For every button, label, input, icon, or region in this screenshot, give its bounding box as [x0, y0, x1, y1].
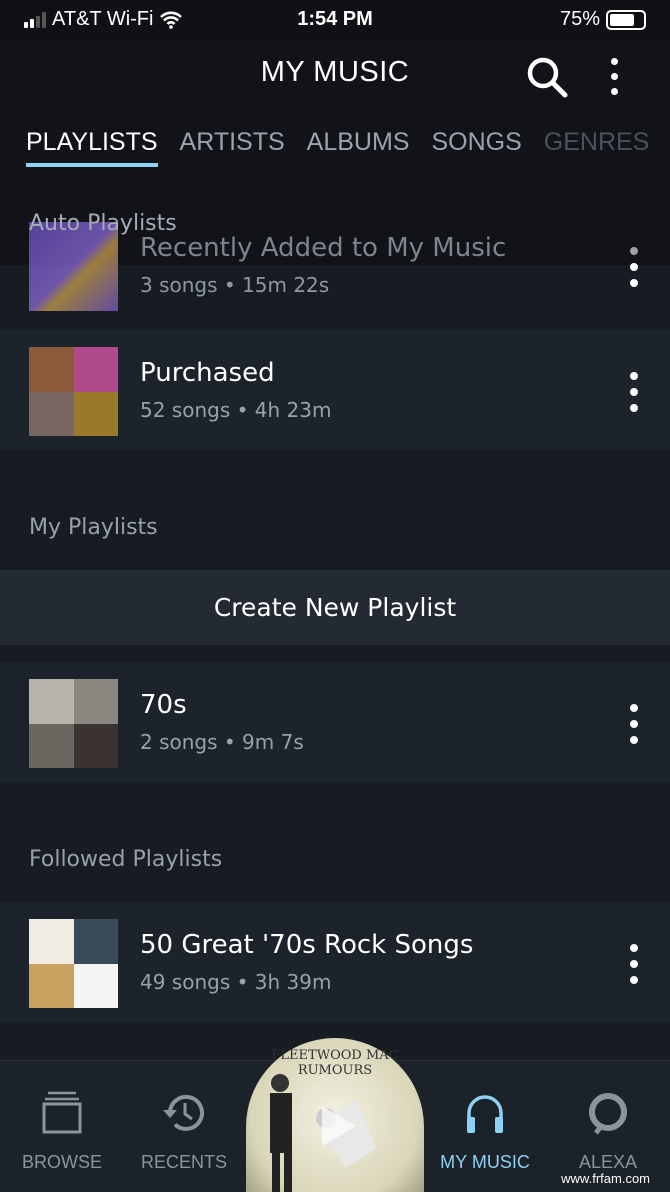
nav-recents[interactable]: RECENTS	[124, 1091, 244, 1173]
watermark: www.frfam.com	[561, 1171, 650, 1186]
browse-icon	[42, 1091, 82, 1134]
battery-percent: 75%	[559, 8, 600, 30]
playlist-details: 49 songs • 3h 39m	[140, 970, 332, 994]
more-options-icon[interactable]	[630, 247, 638, 287]
more-options-icon[interactable]	[611, 58, 618, 95]
playlist-name: Recently Added to My Music	[140, 233, 507, 263]
more-options-icon[interactable]	[630, 372, 638, 412]
nav-my-music[interactable]: MY MUSIC	[425, 1091, 545, 1173]
playlist-row[interactable]: 70s 2 songs • 9m 7s	[0, 662, 670, 782]
tab-songs[interactable]: SONGS	[431, 128, 521, 167]
status-bar: AT&T Wi-Fi 1:54 PM 75%	[0, 0, 670, 40]
playlist-row[interactable]: Purchased 52 songs • 4h 23m	[0, 330, 670, 450]
playlist-row[interactable]: 50 Great '70s Rock Songs 49 songs • 3h 3…	[0, 902, 670, 1022]
tab-albums[interactable]: ALBUMS	[307, 128, 410, 167]
more-options-icon[interactable]	[630, 704, 638, 744]
tab-bar: PLAYLISTS ARTISTS ALBUMS SONGS GENRES	[26, 128, 666, 167]
headphones-icon	[467, 1095, 503, 1133]
playlist-details: 3 songs • 15m 22s	[140, 273, 330, 297]
tab-genres[interactable]: GENRES	[544, 128, 650, 167]
playlist-artwork	[29, 347, 118, 436]
section-header-auto: Auto Playlists	[29, 211, 177, 236]
alexa-icon	[589, 1093, 627, 1135]
playlist-name: 70s	[140, 690, 187, 720]
section-header-my-playlists: My Playlists	[29, 515, 158, 540]
play-icon	[322, 1106, 356, 1146]
playlist-name: 50 Great '70s Rock Songs	[140, 930, 474, 960]
playlist-details: 2 songs • 9m 7s	[140, 730, 304, 754]
playlist-artwork	[29, 679, 118, 768]
tab-playlists[interactable]: PLAYLISTS	[26, 128, 158, 167]
search-icon[interactable]	[524, 54, 570, 100]
more-options-icon[interactable]	[630, 944, 638, 984]
playlist-artwork	[29, 919, 118, 1008]
playlist-details: 52 songs • 4h 23m	[140, 398, 332, 422]
section-header-followed: Followed Playlists	[29, 847, 223, 872]
nav-browse[interactable]: BROWSE	[2, 1091, 122, 1173]
now-playing-button[interactable]: FLEETWOOD MAC RUMOURS	[246, 1038, 424, 1192]
create-playlist-button[interactable]: Create New Playlist	[0, 570, 670, 645]
battery-icon	[606, 9, 646, 30]
tab-artists[interactable]: ARTISTS	[180, 128, 285, 167]
playlist-name: Purchased	[140, 358, 275, 388]
history-icon	[163, 1094, 204, 1131]
nav-alexa[interactable]: ALEXA	[548, 1091, 668, 1173]
